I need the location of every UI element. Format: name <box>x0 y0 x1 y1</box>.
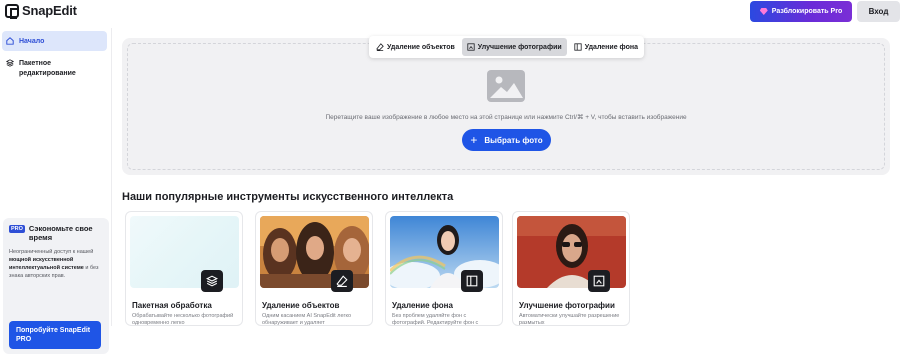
image-placeholder-icon <box>487 70 525 102</box>
sidebar-item-batch-edit[interactable]: Пакетное редактирование <box>2 54 107 84</box>
try-pro-button[interactable]: Попробуйте SnapEdit PRO <box>9 321 101 349</box>
layers-icon <box>6 59 14 67</box>
choose-photo-button[interactable]: + Выбрать фото <box>462 129 551 151</box>
tab-background-removal[interactable]: Удаление фона <box>569 38 643 56</box>
choose-photo-label: Выбрать фото <box>484 135 543 145</box>
plus-icon: + <box>470 133 478 147</box>
tab-label: Улучшение фотографии <box>477 43 562 51</box>
tool-card-batch[interactable]: Пакетная обработка Обрабатывайте несколь… <box>125 211 243 326</box>
tool-card-photo-enhance[interactable]: Улучшение фотографии Автоматически улучш… <box>512 211 630 326</box>
background-remove-icon <box>574 43 582 51</box>
enhance-icon <box>588 270 610 292</box>
background-remove-icon <box>461 270 483 292</box>
tool-card-desc: Без проблем удаляйте фон с фотографий. Р… <box>392 313 479 326</box>
sidebar-item-label: Пакетное редактирование <box>19 60 76 77</box>
tab-object-removal[interactable]: Удаление объектов <box>371 38 460 56</box>
upload-dropzone[interactable] <box>122 38 890 175</box>
sidebar-item-home[interactable]: Начало <box>2 31 107 51</box>
tool-card-desc: Одним касанием AI SnapEdit легко обнаруж… <box>262 313 352 326</box>
eraser-icon <box>331 270 353 292</box>
tools-section-title: Наши популярные инструменты искусственно… <box>122 191 454 203</box>
tool-card-desc: Обрабатывайте несколько фотографий однов… <box>132 313 234 326</box>
sidebar: Начало Пакетное редактирование PRO Сэкон… <box>0 28 112 354</box>
gem-icon <box>759 8 768 15</box>
tool-card-title: Удаление фона <box>392 301 453 310</box>
home-icon <box>6 37 14 45</box>
sidebar-item-label: Начало <box>19 37 45 45</box>
top-bar: SnapEdit Разблокировать Pro Вход <box>0 0 900 28</box>
pro-badge: PRO <box>9 225 25 233</box>
logo[interactable]: SnapEdit <box>5 3 77 19</box>
unlock-pro-label: Разблокировать Pro <box>771 8 843 15</box>
snapedit-logo-icon <box>5 3 19 19</box>
tool-card-background-removal[interactable]: Удаление фона Без проблем удаляйте фон с… <box>385 211 503 326</box>
promo-title: Сэкономьте свое время <box>28 224 93 242</box>
promo-body: Неограниченный доступ к нашей мощной иск… <box>9 249 99 279</box>
unlock-pro-button[interactable]: Разблокировать Pro <box>750 1 852 22</box>
eraser-icon <box>376 43 384 51</box>
dropzone-hint: Перетащите ваше изображение в любое мест… <box>325 114 687 121</box>
tool-card-desc: Автоматически улучшайте разрешение размы… <box>519 313 620 326</box>
tool-card-title: Улучшение фотографии <box>519 301 615 310</box>
pro-promo-card: PRO Сэкономьте свое время Неограниченный… <box>3 218 109 354</box>
enhance-icon <box>467 43 475 51</box>
tab-label: Удаление объектов <box>387 43 455 51</box>
tab-label: Удаление фона <box>584 43 638 51</box>
tool-card-title: Удаление объектов <box>262 301 340 310</box>
layers-icon <box>201 270 223 292</box>
logo-text: SnapEdit <box>22 3 77 18</box>
tool-tabs: Удаление объектов Улучшение фотографии У… <box>369 36 644 58</box>
tool-card-object-removal[interactable]: Удаление объектов Одним касанием AI Snap… <box>255 211 373 326</box>
tab-photo-enhance[interactable]: Улучшение фотографии <box>461 38 567 56</box>
tool-card-title: Пакетная обработка <box>132 301 212 310</box>
login-button[interactable]: Вход <box>857 1 900 22</box>
